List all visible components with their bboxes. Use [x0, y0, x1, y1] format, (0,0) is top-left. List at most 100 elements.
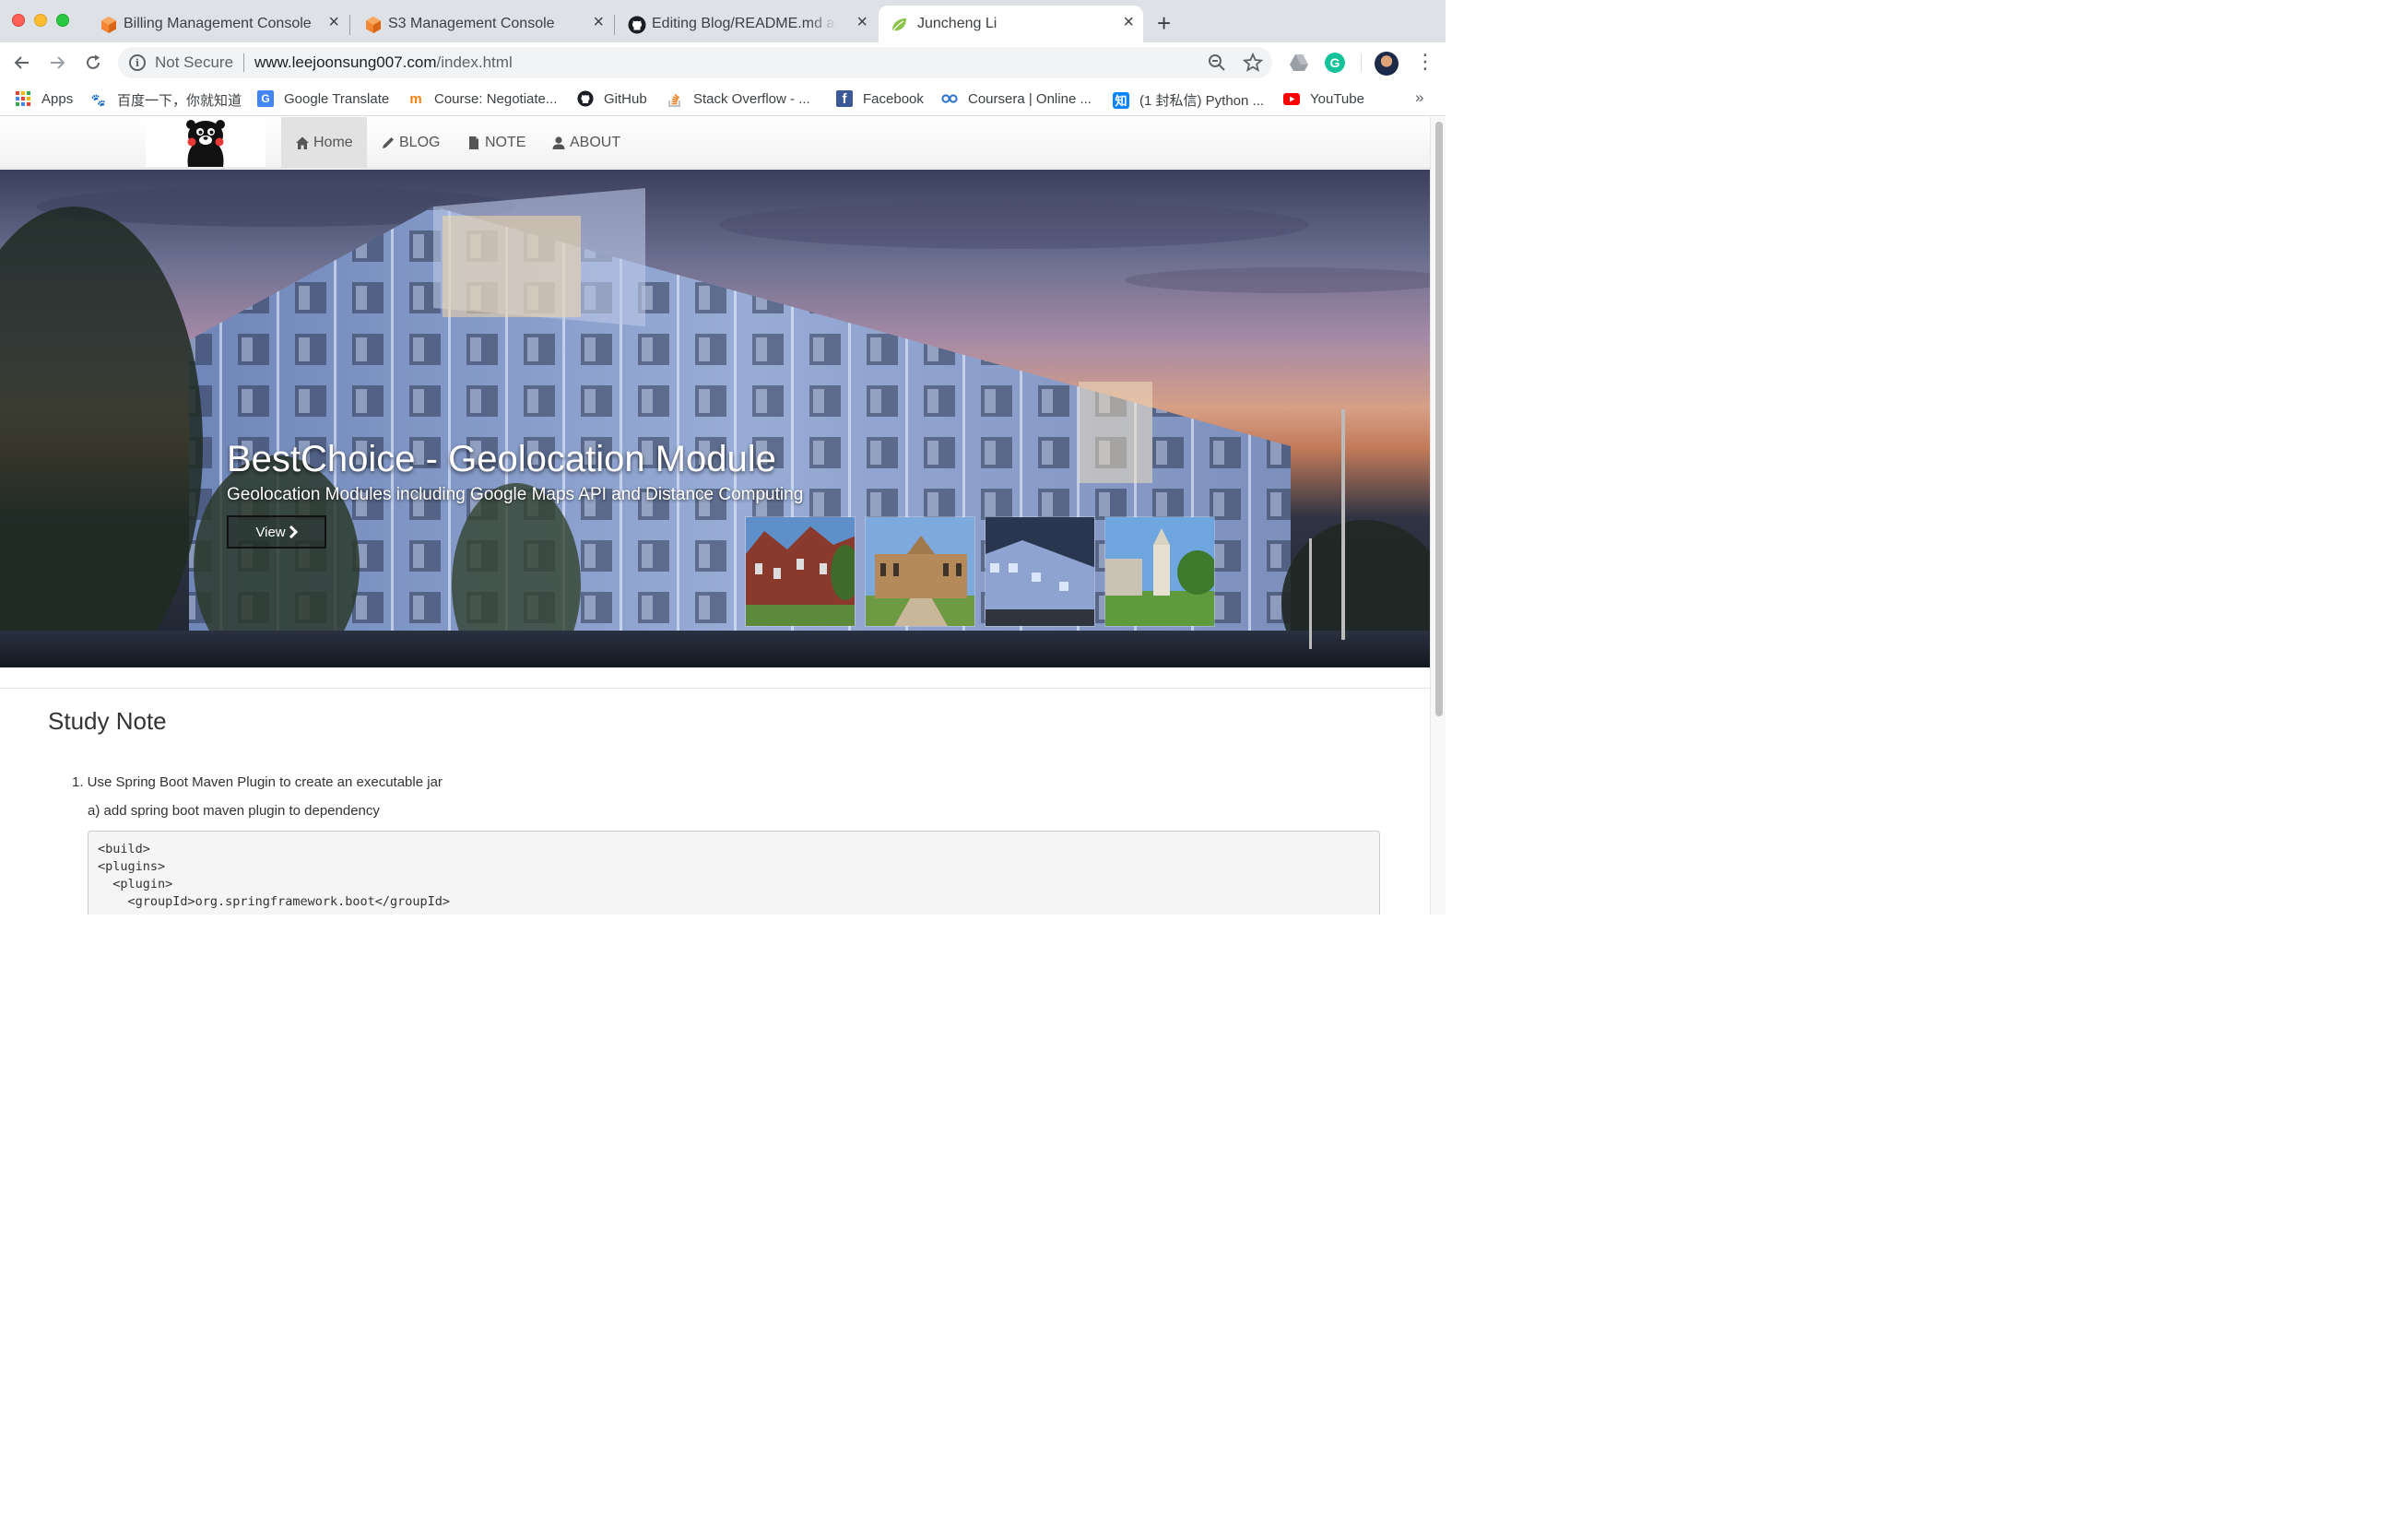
window-minimize-button[interactable] — [34, 14, 47, 27]
bookmark-label: Google Translate — [284, 90, 390, 107]
code-block: <build> <plugins> <plugin> <groupId>org.… — [88, 831, 1380, 915]
bookmark-apps[interactable]: Apps — [15, 90, 73, 107]
bookmark-zhihu-python[interactable]: 知 (1 封私信) Python ... — [1113, 90, 1264, 110]
carousel-thumbnail-4[interactable] — [1104, 516, 1215, 627]
tab-close-icon[interactable]: × — [328, 13, 339, 31]
page-scrollbar[interactable] — [1430, 117, 1446, 915]
back-button[interactable] — [11, 52, 33, 74]
new-tab-button[interactable]: + — [1157, 11, 1171, 35]
grammarly-icon[interactable]: G — [1324, 52, 1346, 74]
github-icon — [577, 90, 594, 107]
web-page: Home BLOG NOTE ABOUT BestChoice - Geoloc… — [0, 117, 1430, 915]
security-label: Not Secure — [155, 53, 234, 71]
youtube-icon — [1283, 90, 1300, 107]
tab-title: Juncheng Li — [917, 16, 997, 31]
nav-about[interactable]: ABOUT — [551, 117, 620, 169]
window-close-button[interactable] — [12, 14, 25, 27]
campanile-square-image — [1105, 517, 1214, 626]
carousel-thumbnail-2[interactable] — [865, 516, 975, 627]
google-drive-icon[interactable] — [1288, 52, 1310, 74]
tab-close-icon[interactable]: × — [1123, 13, 1134, 31]
reload-button[interactable] — [82, 52, 104, 74]
browser-toolbar: i Not Secure www.leejoonsung007.com/inde… — [0, 42, 1446, 83]
bookmark-label: Facebook — [863, 90, 924, 107]
bookmark-baidu[interactable]: 🐾 百度一下，你就知道 — [90, 90, 242, 110]
site-logo[interactable] — [146, 117, 266, 167]
stackoverflow-icon — [667, 90, 683, 107]
bookmark-label: Coursera | Online ... — [968, 90, 1092, 107]
stone-college-image — [866, 517, 974, 626]
bookmark-facebook[interactable]: f Facebook — [836, 90, 924, 107]
tab-billing-management-console[interactable]: Billing Management Console × — [98, 6, 348, 42]
aws-cube-icon — [366, 17, 381, 33]
bookmark-course-negotiate[interactable]: m Course: Negotiate... — [407, 90, 557, 107]
info-icon[interactable]: i — [129, 54, 146, 71]
forward-button[interactable] — [46, 52, 68, 74]
baidu-paw-icon: 🐾 — [90, 92, 107, 107]
google-translate-icon: G — [257, 90, 274, 107]
tab-juncheng-li[interactable]: Juncheng Li × — [879, 6, 1143, 42]
bookmark-label: (1 封私信) Python ... — [1139, 93, 1265, 109]
modern-building-image — [986, 517, 1094, 626]
toolbar-separator — [1361, 53, 1362, 72]
apps-grid-icon — [15, 90, 31, 107]
carousel-thumbnail-1[interactable] — [745, 516, 856, 627]
reload-icon — [87, 54, 100, 69]
moodle-icon: m — [409, 90, 422, 107]
aws-cube-icon — [101, 17, 116, 33]
tab-strip: Billing Management Console × S3 Manageme… — [0, 0, 1446, 42]
note-item-1a: a) add spring boot maven plugin to depen… — [88, 803, 380, 819]
arrow-right-icon — [51, 56, 65, 69]
tab-separator — [614, 15, 615, 35]
browser-menu-icon[interactable]: ⋮ — [1415, 52, 1435, 72]
tab-s3-management-console[interactable]: S3 Management Console × — [362, 6, 613, 42]
bookmarks-bar: Apps 🐾 百度一下，你就知道 G Google Translate m Co… — [0, 83, 1446, 116]
carousel-thumbnail-3[interactable] — [985, 516, 1095, 627]
tab-separator — [349, 15, 350, 35]
redbrick-building-image — [746, 517, 855, 626]
nav-note[interactable]: NOTE — [466, 117, 525, 169]
hero-subtitle: Geolocation Modules including Google Map… — [227, 485, 804, 504]
bookmark-label: 百度一下，你就知道 — [117, 93, 242, 109]
address-bar[interactable]: i Not Secure www.leejoonsung007.com/inde… — [118, 47, 1272, 78]
tab-close-icon[interactable]: × — [856, 13, 868, 31]
tab-title: Billing Management Console — [124, 16, 312, 31]
bookmark-youtube[interactable]: YouTube — [1283, 90, 1364, 107]
nav-label: BLOG — [399, 135, 441, 150]
bookmarks-overflow-button[interactable]: » — [1415, 89, 1423, 107]
tab-title: S3 Management Console — [388, 16, 555, 31]
nav-label: ABOUT — [570, 135, 621, 150]
address-separator — [243, 53, 244, 72]
study-note-heading: Study Note — [48, 707, 167, 735]
svg-text:G: G — [1330, 55, 1340, 70]
profile-avatar[interactable] — [1375, 52, 1399, 76]
file-icon — [469, 136, 478, 149]
bookmark-github[interactable]: GitHub — [577, 90, 647, 107]
tab-editing-blog-readme[interactable]: Editing Blog/README.md at ma × — [626, 6, 877, 42]
bookmark-label: Stack Overflow - ... — [693, 90, 810, 107]
scrollbar-thumb[interactable] — [1435, 122, 1443, 716]
window-zoom-button[interactable] — [56, 14, 69, 27]
code-line: <groupId>org.springframework.boot</group… — [98, 894, 451, 909]
bookmark-label: YouTube — [1310, 90, 1364, 107]
nav-home[interactable]: Home — [281, 117, 367, 169]
bookmark-coursera[interactable]: Coursera | Online ... — [941, 90, 1092, 107]
bookmark-google-translate[interactable]: G Google Translate — [257, 90, 389, 107]
pencil-icon — [383, 137, 394, 148]
hero-banner: BestChoice - Geolocation Module Geolocat… — [0, 170, 1430, 667]
bookmark-stack-overflow[interactable]: Stack Overflow - ... — [667, 90, 810, 107]
user-icon — [552, 136, 565, 149]
nav-blog[interactable]: BLOG — [381, 117, 440, 169]
star-bookmark-icon[interactable] — [1243, 53, 1263, 73]
tab-title: Editing Blog/README.md at ma — [652, 16, 836, 31]
arrow-left-icon — [14, 56, 29, 69]
site-navbar: Home BLOG NOTE ABOUT — [0, 117, 1430, 169]
zoom-icon[interactable] — [1207, 53, 1227, 73]
section-divider — [0, 688, 1430, 689]
hero-view-button[interactable]: View — [227, 515, 326, 549]
tab-close-icon[interactable]: × — [593, 13, 604, 31]
code-line: <plugin> — [98, 877, 173, 891]
chevron-right-icon — [289, 525, 298, 538]
bookmark-label: Course: Negotiate... — [434, 90, 558, 107]
url-text[interactable]: www.leejoonsung007.com/index.html — [254, 53, 513, 72]
